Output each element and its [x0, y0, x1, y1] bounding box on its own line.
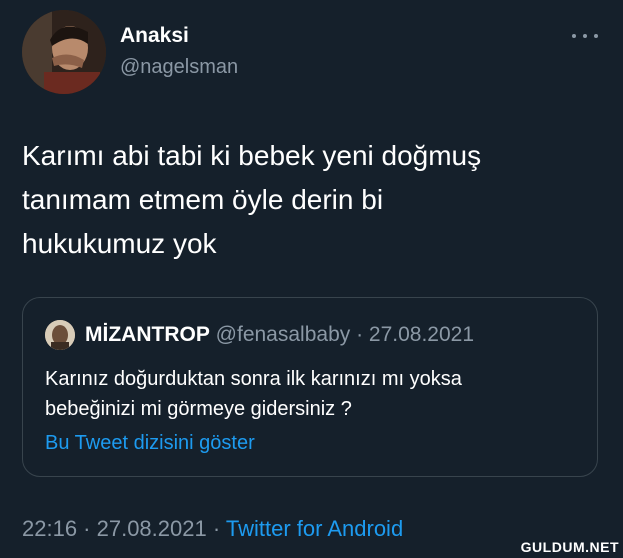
- quoted-text: Karınız doğurduktan sonra ilk karınızı m…: [45, 364, 585, 424]
- quoted-author-meta: @fenasalbaby · 27.08.2021: [215, 323, 475, 346]
- quoted-tweet[interactable]: MİZANTROP @fenasalbaby · 27.08.2021 Karı…: [22, 297, 598, 477]
- more-horizontal-icon[interactable]: [572, 28, 598, 44]
- tweet-line: Karımı abi tabi ki bebek yeni doğmuş: [22, 140, 482, 171]
- watermark: GULDUM.NET: [520, 539, 619, 555]
- show-thread-link[interactable]: Bu Tweet dizisini göster: [45, 432, 255, 455]
- tweet-line: hukukumuz yok: [22, 228, 217, 259]
- tweet-card: Anaksi @nagelsman Karımı abi tabi ki beb…: [0, 0, 623, 558]
- tweet-line: tanımam etmem öyle derin bi: [22, 184, 384, 215]
- author-avatar[interactable]: [22, 10, 106, 94]
- tweet-text: Karımı abi tabi ki bebek yeni doğmuş tan…: [22, 134, 602, 266]
- quoted-author-avatar[interactable]: [45, 320, 75, 350]
- quoted-line: Karınız doğurduktan sonra ilk karınızı m…: [45, 368, 462, 390]
- quoted-author-name[interactable]: MİZANTROP: [85, 323, 210, 346]
- author-name[interactable]: Anaksi: [120, 24, 189, 48]
- tweet-footer: 22:16 · 27.08.2021 · Twitter for Android: [22, 516, 403, 542]
- quoted-line: bebeğinizi mi görmeye gidersiniz ?: [45, 398, 352, 420]
- source-link[interactable]: Twitter for Android: [226, 516, 403, 541]
- timestamp[interactable]: 22:16 · 27.08.2021 ·: [22, 516, 226, 541]
- author-handle[interactable]: @nagelsman: [120, 56, 238, 79]
- quoted-header: MİZANTROP @fenasalbaby · 27.08.2021: [85, 322, 474, 348]
